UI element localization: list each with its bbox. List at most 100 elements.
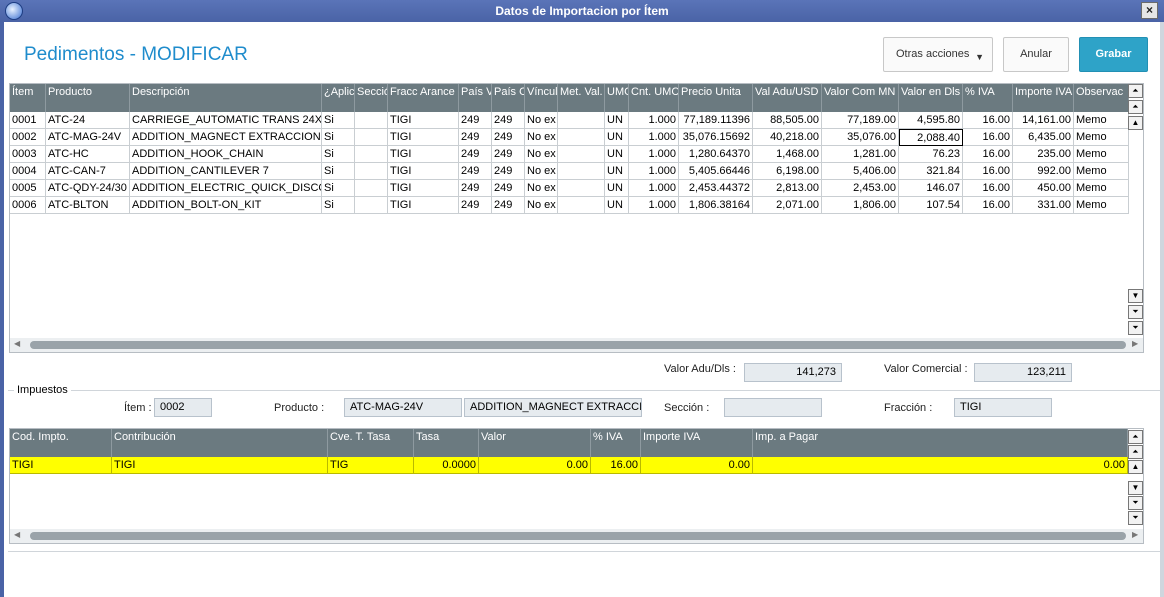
table-cell[interactable] [558, 197, 605, 214]
table-cell[interactable]: 1,806.00 [822, 197, 899, 214]
table-cell[interactable]: 249 [459, 146, 492, 163]
table-cell[interactable]: 321.84 [899, 163, 963, 180]
table-cell[interactable]: 1.000 [629, 163, 679, 180]
column-header[interactable]: Contribución [112, 429, 328, 457]
table-cell[interactable]: No ex [525, 146, 558, 163]
table-cell[interactable]: 0.00 [753, 457, 1128, 474]
table-cell[interactable]: 16.00 [963, 129, 1013, 146]
table-cell[interactable]: 0.0000 [414, 457, 479, 474]
table-row[interactable]: 0005 ATC-QDY-24/30 ADDITION_ELECTRIC_QUICK… [10, 180, 1129, 197]
table-cell[interactable]: 0004 [10, 163, 46, 180]
table-cell[interactable]: Memo [1074, 163, 1129, 180]
table-cell[interactable]: 76.23 [899, 146, 963, 163]
table-cell[interactable]: 2,453.44372 [679, 180, 753, 197]
tax-vertical-scrollbar[interactable]: ⏶ ⏶ ▲ ▼ ⏷ ⏷ [1128, 429, 1144, 527]
table-cell[interactable]: 1.000 [629, 129, 679, 146]
column-header[interactable]: Importe IVA [1013, 84, 1074, 112]
table-cell[interactable]: TIGI [388, 112, 459, 129]
table-cell[interactable]: ATC-BLTON [46, 197, 130, 214]
table-cell[interactable]: 16.00 [963, 180, 1013, 197]
table-cell[interactable]: 6,198.00 [753, 163, 822, 180]
column-header[interactable]: ¿Aplic [322, 84, 355, 112]
table-cell[interactable]: TIGI [388, 146, 459, 163]
table-cell[interactable]: 16.00 [963, 163, 1013, 180]
table-cell[interactable]: TIGI [10, 457, 112, 474]
table-cell[interactable] [355, 146, 388, 163]
table-cell[interactable]: TIGI [112, 457, 328, 474]
column-header[interactable]: Valor en Dls [899, 84, 963, 112]
column-header[interactable]: UMC [605, 84, 629, 112]
table-cell[interactable]: No ex [525, 163, 558, 180]
scroll-first-icon[interactable]: ⏶ [1128, 100, 1143, 114]
column-header[interactable]: Cve. T. Tasa [328, 429, 414, 457]
table-cell[interactable]: ATC-24 [46, 112, 130, 129]
table-cell[interactable]: 16.00 [963, 146, 1013, 163]
column-header[interactable]: Víncul [525, 84, 558, 112]
table-cell[interactable]: 1.000 [629, 112, 679, 129]
column-header[interactable]: Importe IVA [641, 429, 753, 457]
table-cell[interactable]: ADDITION_CANTILEVER 7 [130, 163, 322, 180]
table-cell[interactable]: TIGI [388, 163, 459, 180]
table-cell[interactable]: Si [322, 129, 355, 146]
column-header[interactable]: País V [459, 84, 492, 112]
table-cell[interactable]: TIGI [388, 197, 459, 214]
table-cell[interactable] [355, 180, 388, 197]
table-cell[interactable]: 450.00 [1013, 180, 1074, 197]
grabar-button[interactable]: Grabar [1079, 37, 1148, 72]
table-cell[interactable]: 77,189.11396 [679, 112, 753, 129]
table-cell[interactable] [558, 180, 605, 197]
items-hscroll-thumb[interactable] [30, 341, 1126, 349]
table-cell[interactable]: ADDITION_BOLT-ON_KIT [130, 197, 322, 214]
table-cell[interactable]: UN [605, 197, 629, 214]
table-cell[interactable]: 249 [492, 197, 525, 214]
scroll-left-icon[interactable]: ◀ [14, 339, 20, 348]
table-cell[interactable]: TIGI [388, 180, 459, 197]
table-cell[interactable]: 1.000 [629, 180, 679, 197]
table-cell[interactable]: TIGI [388, 129, 459, 146]
column-header[interactable]: Cnt. UMC [629, 84, 679, 112]
table-row[interactable]: 0002 ATC-MAG-24V ADDITION_MAGNECT EXTRACCI… [10, 129, 1129, 146]
table-cell[interactable]: 6,435.00 [1013, 129, 1074, 146]
table-cell[interactable]: 249 [492, 129, 525, 146]
table-cell[interactable]: UN [605, 112, 629, 129]
column-header[interactable]: % IVA [963, 84, 1013, 112]
table-cell[interactable]: No ex [525, 180, 558, 197]
table-cell[interactable] [558, 146, 605, 163]
table-cell[interactable]: 146.07 [899, 180, 963, 197]
column-header[interactable]: Valor [479, 429, 591, 457]
table-cell[interactable]: 16.00 [963, 112, 1013, 129]
column-header[interactable]: Producto [46, 84, 130, 112]
table-cell[interactable]: 1.000 [629, 197, 679, 214]
table-cell[interactable]: Memo [1074, 112, 1129, 129]
table-cell[interactable] [355, 197, 388, 214]
table-cell[interactable]: 1,806.38164 [679, 197, 753, 214]
tax-row[interactable]: TIGI TIGI TIG 0.0000 0.00 16.00 0.00 0.00 [10, 457, 1128, 474]
table-cell[interactable]: TIG [328, 457, 414, 474]
table-cell[interactable]: 35,076.15692 [679, 129, 753, 146]
table-cell[interactable] [355, 129, 388, 146]
column-header[interactable]: Valor Com MN [822, 84, 899, 112]
table-cell[interactable]: 0002 [10, 129, 46, 146]
tax-hscroll-thumb[interactable] [30, 532, 1126, 540]
table-cell[interactable]: 0003 [10, 146, 46, 163]
scroll-first-icon[interactable]: ⏶ [1128, 84, 1143, 98]
table-cell[interactable]: 249 [459, 197, 492, 214]
scroll-down-icon[interactable]: ▼ [1128, 289, 1143, 303]
table-cell[interactable]: 16.00 [963, 197, 1013, 214]
scroll-last-icon[interactable]: ⏷ [1128, 321, 1143, 335]
table-cell[interactable]: 249 [459, 163, 492, 180]
column-header[interactable]: País O [492, 84, 525, 112]
scroll-up-icon[interactable]: ▲ [1128, 116, 1143, 130]
scroll-down-icon[interactable]: ▼ [1128, 481, 1143, 495]
column-header[interactable]: Imp. a Pagar [753, 429, 1128, 457]
table-cell[interactable]: CARRIEGE_AUTOMATIC TRANS 24X40 [130, 112, 322, 129]
column-header[interactable]: Ítem [10, 84, 46, 112]
table-cell[interactable]: No ex [525, 197, 558, 214]
table-cell[interactable]: Memo [1074, 146, 1129, 163]
table-cell[interactable]: 5,406.00 [822, 163, 899, 180]
table-cell[interactable]: 249 [459, 129, 492, 146]
scroll-last-icon[interactable]: ⏷ [1128, 511, 1143, 525]
tax-horizontal-scrollbar[interactable]: ◀ ▶ [10, 529, 1143, 543]
table-cell[interactable]: 331.00 [1013, 197, 1074, 214]
column-header[interactable]: Descripción [130, 84, 322, 112]
